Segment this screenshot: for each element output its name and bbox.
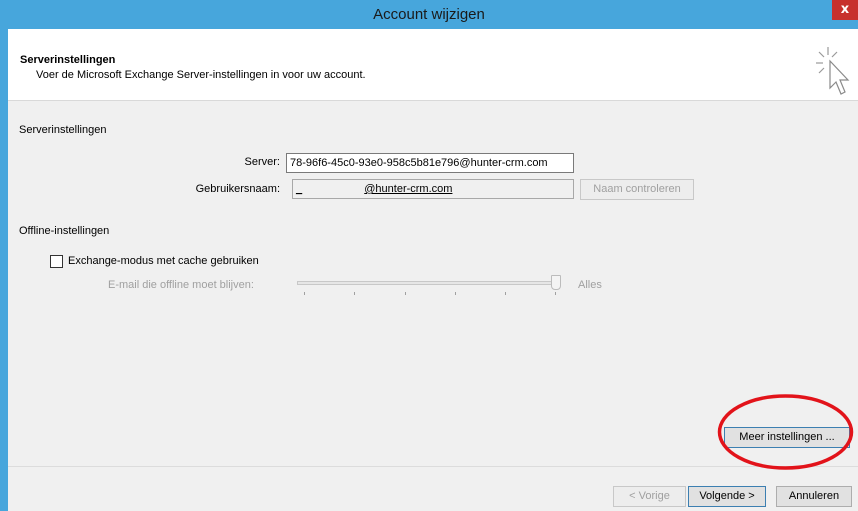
slider-thumb[interactable] [551,275,561,290]
cache-mode-checkbox[interactable] [50,255,63,268]
server-settings-label: Serverinstellingen [19,124,107,136]
next-button[interactable]: Volgende > [688,486,766,507]
cache-mode-label[interactable]: Exchange-modus met cache gebruiken [68,255,259,267]
slider-tick [555,292,556,295]
username-label: Gebruikersnaam: [195,183,280,195]
footer-divider [8,466,858,467]
username-input[interactable]: _ @hunter-crm.com [292,179,574,199]
offline-slider-value: Alles [578,279,602,291]
cursor-sparkle-icon [816,47,850,95]
title-bar[interactable]: Account wijzigen x [0,0,858,29]
username-value: @hunter-crm.com [364,183,453,195]
more-settings-button[interactable]: Meer instellingen ... [724,427,850,448]
server-input[interactable]: 78-96f6-45c0-93e0-958c5b81e796@hunter-cr… [286,153,574,173]
close-button[interactable]: x [832,0,858,20]
server-value: 78-96f6-45c0-93e0-958c5b81e796@hunter-cr… [290,157,548,169]
slider-tick [405,292,406,295]
slider-tick [455,292,456,295]
dialog-window: Account wijzigen x Serverinstellingen Vo… [0,0,858,511]
offline-settings-label: Offline-instellingen [19,225,110,237]
previous-button[interactable]: < Vorige [613,486,686,507]
server-label: Server: [244,156,280,168]
username-prefix: _ [296,183,303,195]
cancel-button[interactable]: Annuleren [776,486,852,507]
header-subtitle: Voer de Microsoft Exchange Server-instel… [36,69,366,81]
slider-tick [505,292,506,295]
offline-slider-label: E-mail die offline moet blijven: [108,279,254,291]
header-title: Serverinstellingen [20,54,116,66]
slider-tick [354,292,355,295]
slider-track [297,281,559,285]
slider-tick [304,292,305,295]
dialog-client-area: Serverinstellingen Voer de Microsoft Exc… [8,29,858,511]
window-title: Account wijzigen [373,6,485,23]
dialog-header: Serverinstellingen Voer de Microsoft Exc… [8,29,858,101]
check-name-button[interactable]: Naam controleren [580,179,694,200]
